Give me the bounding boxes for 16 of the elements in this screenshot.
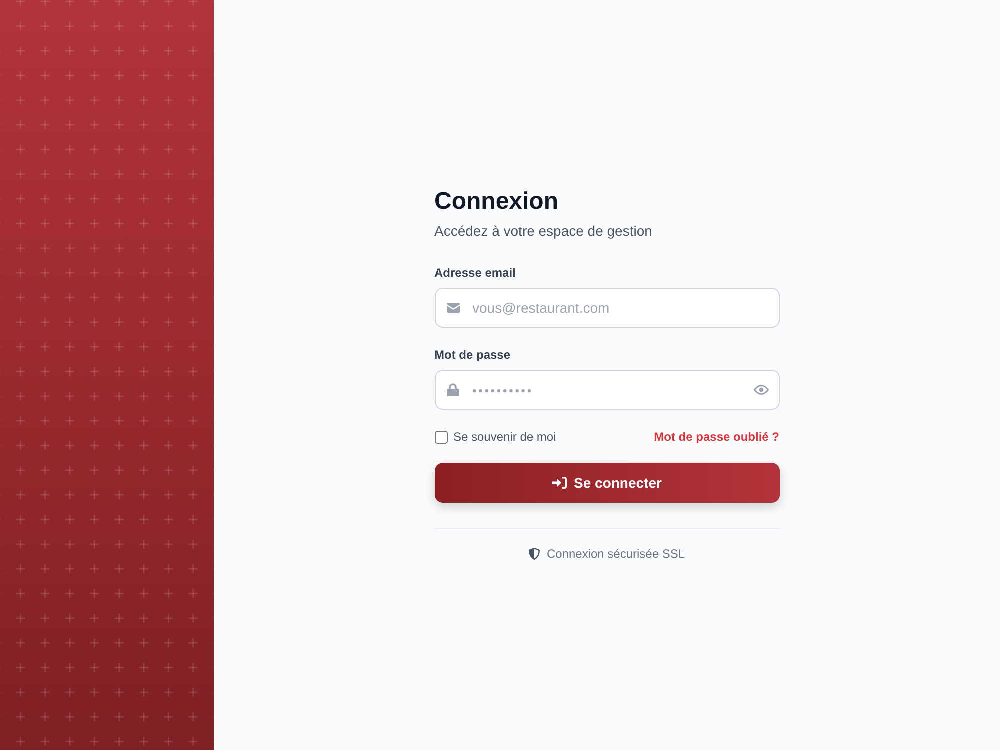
password-field[interactable]: •••••••••• — [434, 370, 780, 410]
email-field[interactable]: vous@restaurant.com — [434, 288, 780, 328]
email-label: Adresse email — [434, 265, 516, 281]
login-title: Connexion — [434, 188, 558, 216]
remember-checkbox[interactable] — [434, 430, 448, 444]
sign-in-icon — [552, 477, 568, 489]
ssl-note: Connexion sécurisée SSL — [546, 547, 686, 561]
eye-icon[interactable] — [754, 384, 768, 396]
envelope-icon — [446, 303, 460, 313]
forgot-password-link[interactable]: Mot de passe oublié ? — [654, 430, 780, 444]
shield-icon — [528, 548, 540, 560]
login-subtitle: Accédez à votre espace de gestion — [434, 222, 652, 241]
login-button[interactable]: Se connecter — [434, 463, 780, 503]
lock-icon — [446, 384, 458, 396]
password-label: Mot de passe — [434, 347, 511, 363]
remember-label[interactable]: Se souvenir de moi — [454, 430, 556, 444]
